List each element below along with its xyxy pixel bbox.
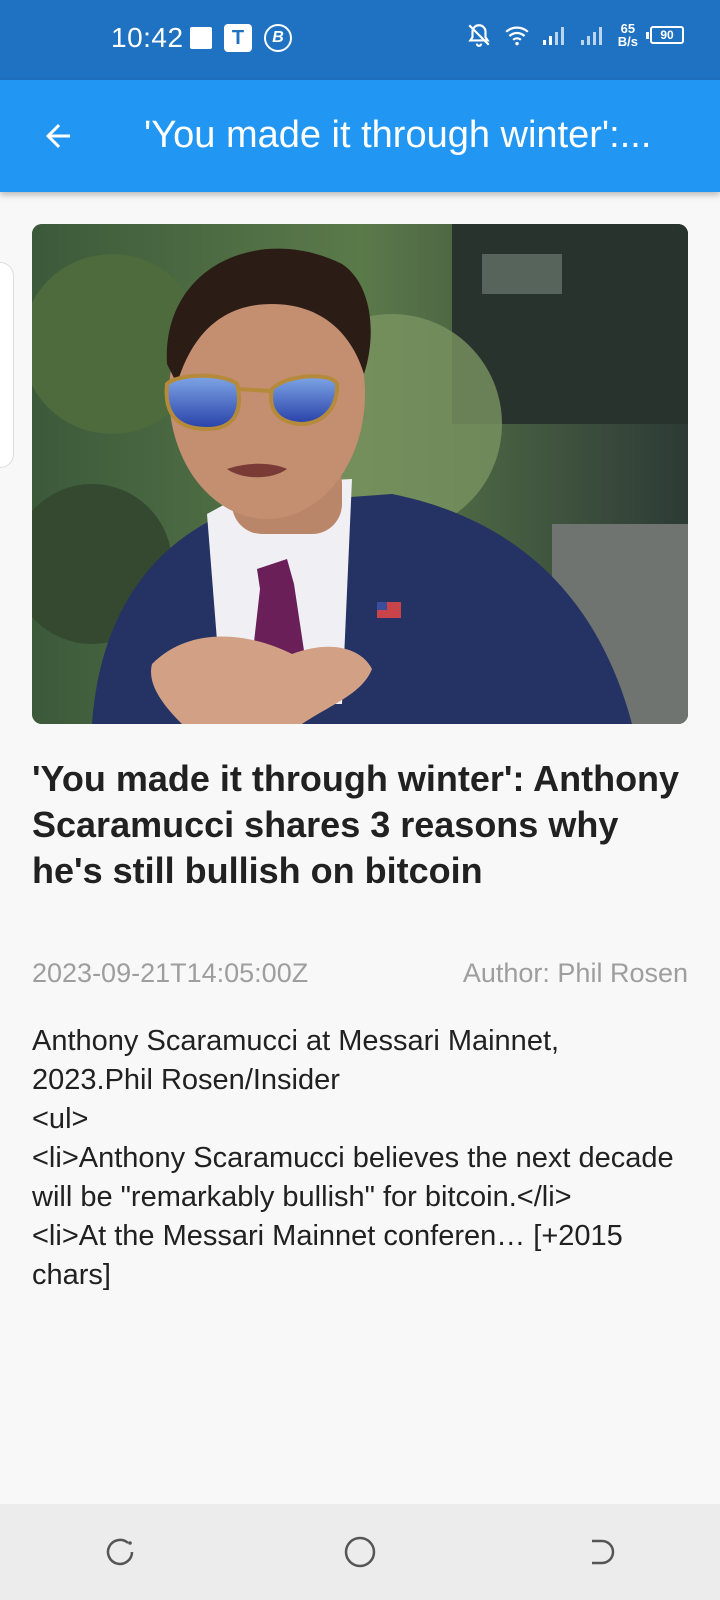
article-title: 'You made it through winter': Anthony Sc…	[32, 758, 680, 891]
article-meta: 2023-09-21T14:05:00Z Author: Phil Rosen	[32, 958, 688, 989]
system-nav-bar	[0, 1504, 720, 1600]
back-button[interactable]	[26, 104, 90, 168]
article-author: Author: Phil Rosen	[462, 958, 688, 988]
b-app-icon: B	[264, 24, 292, 52]
system-back-button[interactable]	[540, 1504, 660, 1600]
battery-icon: 90	[646, 26, 684, 44]
status-system-icons: 65 B/s 90	[466, 22, 684, 48]
square-notification-icon	[190, 27, 212, 49]
t-app-icon: T	[224, 24, 252, 52]
status-notification-icons: T B	[190, 24, 292, 52]
article-body: Anthony Scaramucci at Messari Mainnet, 2…	[32, 1025, 674, 1291]
wifi-icon	[505, 26, 529, 46]
article-date: 2023-09-21T14:05:00Z	[32, 958, 309, 988]
back-icon	[592, 1539, 615, 1565]
recent-apps-button[interactable]	[60, 1504, 180, 1600]
home-icon	[344, 1536, 376, 1568]
app-bar: 'You made it through winter':...	[0, 80, 720, 192]
side-panel-handle[interactable]	[0, 262, 14, 468]
recent-apps-icon	[106, 1538, 134, 1566]
battery-level: 90	[660, 28, 674, 42]
home-button[interactable]	[300, 1504, 420, 1600]
signal-icon	[542, 27, 564, 45]
status-bar: 10:42 T B 65 B/s 90	[0, 0, 720, 80]
page-title: 'You made it through winter':...	[144, 114, 652, 156]
net-speed-unit: B/s	[617, 34, 638, 49]
net-speed: 65 B/s	[618, 22, 638, 48]
article-image	[32, 224, 688, 724]
signal-icon	[580, 27, 602, 45]
arrow-left-icon	[46, 124, 70, 148]
mute-bell-icon	[468, 24, 490, 47]
status-time: 10:42	[111, 22, 184, 53]
